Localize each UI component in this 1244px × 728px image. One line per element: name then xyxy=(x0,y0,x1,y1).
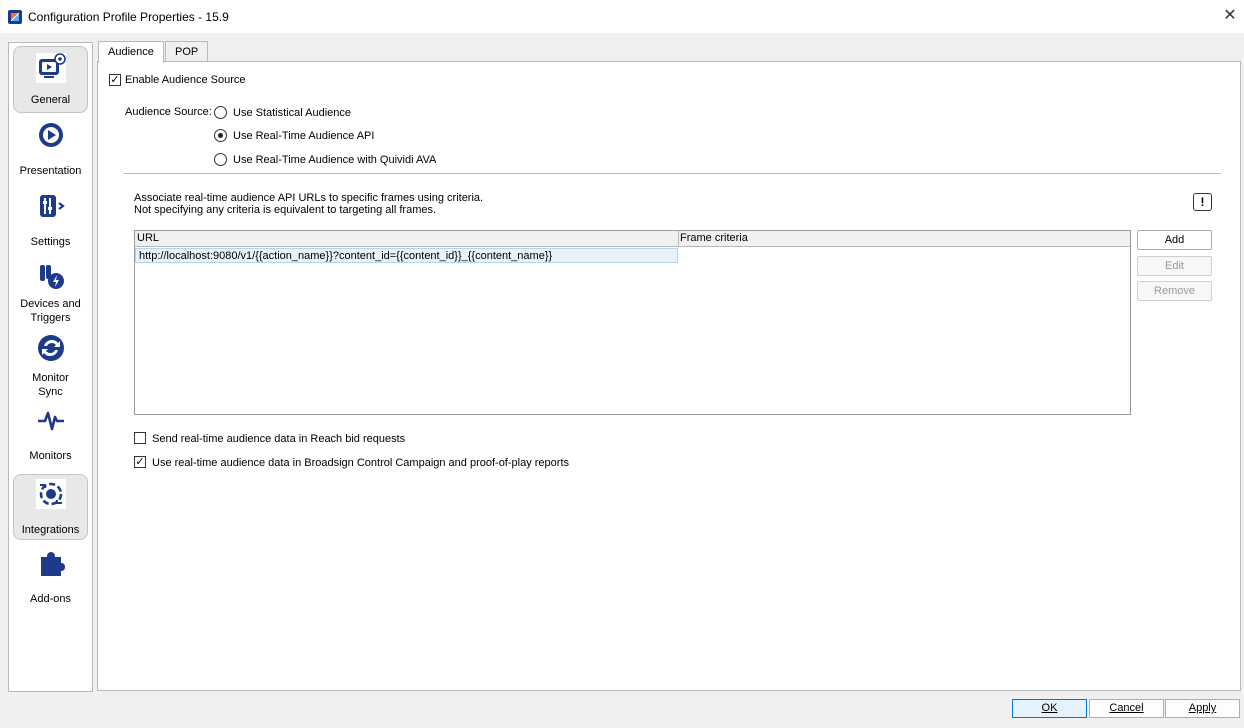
add-button[interactable]: Add xyxy=(1137,230,1212,250)
sidebar-nav: General Presentation Settings Devices an xyxy=(8,42,93,692)
description-line-2: Not specifying any criteria is equivalen… xyxy=(134,204,437,216)
sidebar-item-label: Presentation xyxy=(19,165,82,177)
sidebar-item-label: Devices and Triggers xyxy=(20,298,81,324)
edit-button[interactable]: Edit xyxy=(1137,256,1212,276)
app-logo-icon xyxy=(8,10,22,24)
sidebar-item-add-ons[interactable]: Add-ons xyxy=(13,548,88,610)
devices-triggers-icon xyxy=(35,261,66,291)
monitor-gear-icon xyxy=(35,53,66,83)
heartbeat-icon xyxy=(35,405,66,435)
integrations-icon xyxy=(35,479,66,509)
sidebar-item-label: Monitor Sync xyxy=(32,372,69,398)
title-bar: Configuration Profile Properties - 15.9 … xyxy=(0,0,1244,33)
sidebar-item-settings[interactable]: Settings xyxy=(13,191,88,253)
statistical-audience-label: Use Statistical Audience xyxy=(233,107,352,119)
control-campaign-reports-label: Use real-time audience data in Broadsign… xyxy=(152,457,570,469)
reach-bid-requests-label: Send real-time audience data in Reach bi… xyxy=(152,433,406,445)
sidebar-item-label: Settings xyxy=(30,236,71,248)
column-header-frame-criteria[interactable]: Frame criteria xyxy=(678,232,748,244)
url-cell: http://localhost:9080/v1/{{action_name}}… xyxy=(139,250,553,262)
table-row[interactable]: http://localhost:9080/v1/{{action_name}}… xyxy=(135,248,678,263)
sidebar-item-monitor-sync[interactable]: Monitor Sync xyxy=(13,333,88,403)
sidebar-item-label: Monitors xyxy=(29,450,72,462)
sidebar-item-label: Add-ons xyxy=(30,593,71,605)
enable-audience-source-checkbox[interactable]: ✓ xyxy=(109,74,121,86)
control-campaign-reports-checkbox[interactable]: ✓ xyxy=(134,456,146,468)
quividi-ava-label: Use Real-Time Audience with Quividi AVA xyxy=(233,154,437,166)
column-header-url[interactable]: URL xyxy=(135,232,159,244)
statistical-audience-radio[interactable] xyxy=(214,106,227,119)
sync-icon xyxy=(35,333,66,363)
sidebar-item-label: Integrations xyxy=(21,524,80,536)
sidebar-item-general[interactable]: General xyxy=(13,46,88,113)
warning-info-button[interactable]: ! xyxy=(1193,193,1212,211)
grid-header: URL Frame criteria xyxy=(135,231,1130,247)
close-window-button[interactable]: ✕ xyxy=(1222,7,1238,25)
quividi-ava-radio[interactable] xyxy=(214,153,227,166)
presentation-icon xyxy=(35,120,66,150)
apply-button[interactable]: Apply xyxy=(1165,699,1240,718)
window-title: Configuration Profile Properties - 15.9 xyxy=(28,10,229,24)
ok-button[interactable]: OK xyxy=(1012,699,1087,718)
tab-audience[interactable]: Audience xyxy=(98,41,164,63)
remove-button[interactable]: Remove xyxy=(1137,281,1212,301)
realtime-audience-api-radio[interactable] xyxy=(214,129,227,142)
reach-bid-requests-checkbox[interactable] xyxy=(134,432,146,444)
section-divider xyxy=(124,173,1221,174)
cancel-button[interactable]: Cancel xyxy=(1089,699,1164,718)
settings-sliders-icon xyxy=(35,191,66,221)
sidebar-item-devices-and-triggers[interactable]: Devices and Triggers xyxy=(13,261,88,329)
enable-audience-source-label: Enable Audience Source xyxy=(125,74,246,86)
tab-pop[interactable]: POP xyxy=(165,41,209,62)
audience-url-grid[interactable]: URL Frame criteria http://localhost:9080… xyxy=(134,230,1131,415)
sidebar-item-integrations[interactable]: Integrations xyxy=(13,474,88,540)
sidebar-item-label: General xyxy=(30,94,71,106)
puzzle-icon xyxy=(35,548,66,578)
sidebar-item-presentation[interactable]: Presentation xyxy=(13,120,88,182)
audience-source-label: Audience Source: xyxy=(125,106,212,118)
sidebar-item-monitors[interactable]: Monitors xyxy=(13,405,88,467)
description-line-1: Associate real-time audience API URLs to… xyxy=(134,192,484,204)
realtime-audience-api-label: Use Real-Time Audience API xyxy=(233,130,375,142)
